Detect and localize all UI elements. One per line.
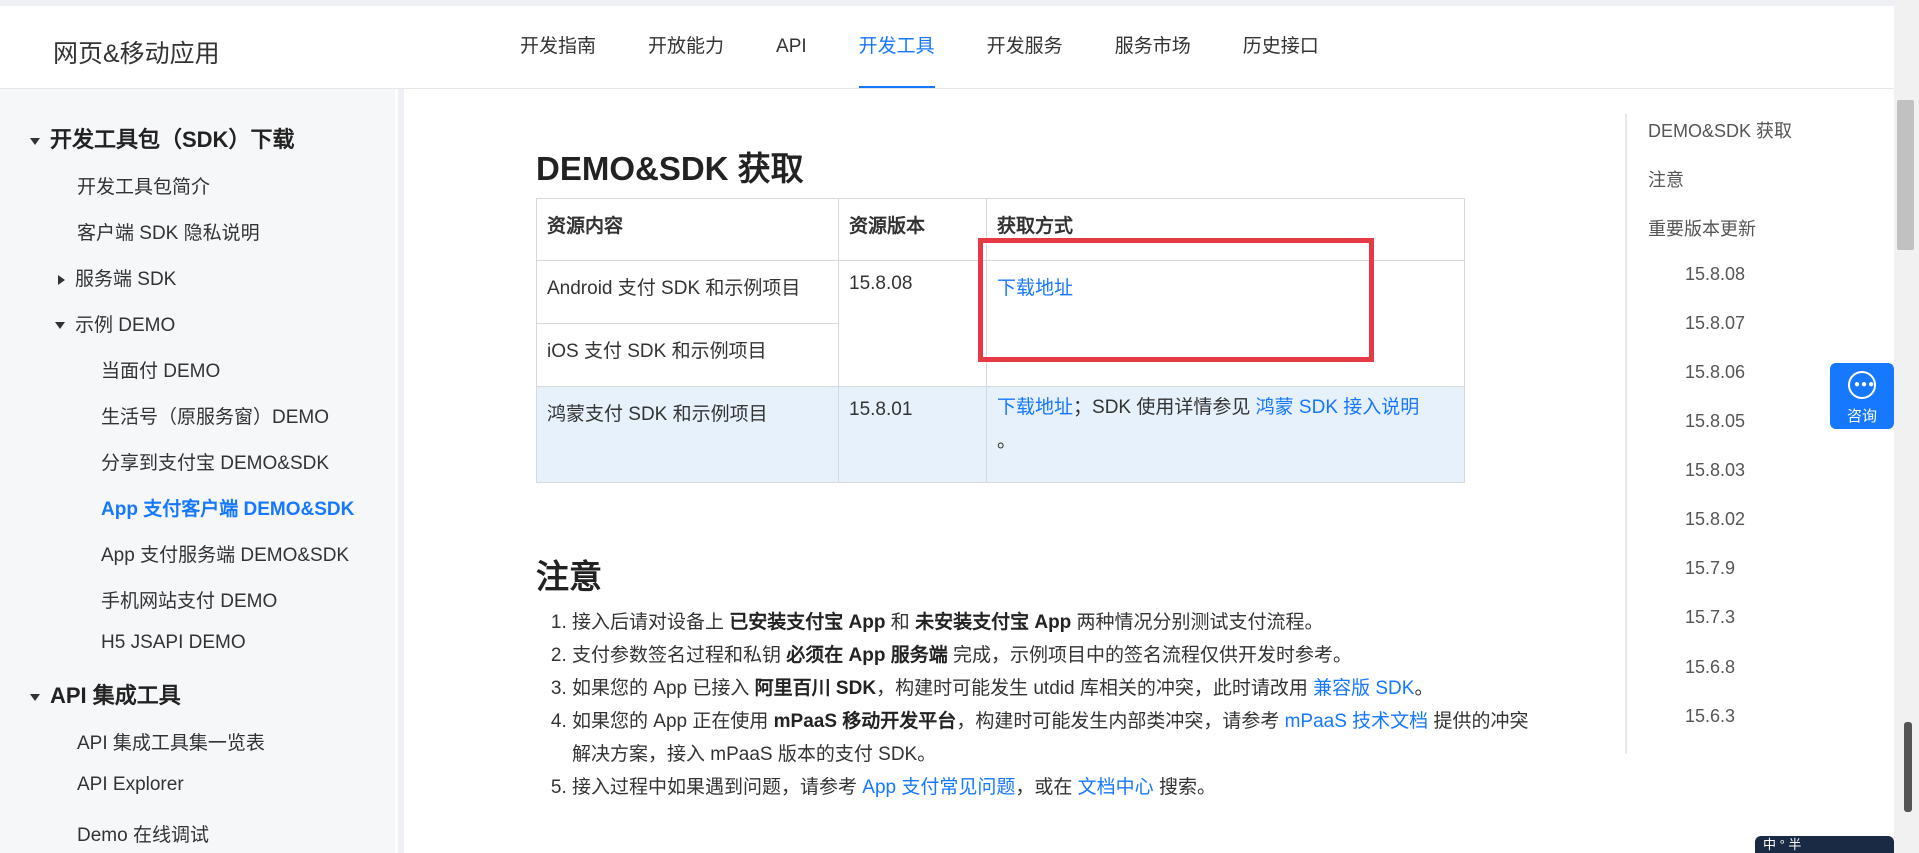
sidebar-group-sdk-download[interactable]: 开发工具包（SDK）下载 [30,122,294,154]
sidebar-item-demo-debug[interactable]: Demo 在线调试 [77,820,209,847]
toc-version-item[interactable]: 15.7.3 [1685,607,1735,628]
table-cell-access: 下载地址 [986,260,1465,387]
toc-divider [1625,114,1627,754]
download-link-android-ios[interactable]: 下载地址 [997,278,1073,299]
sidebar-item-server-sdk[interactable]: 服务端 SDK [58,264,176,291]
sidebar-item-wap-demo[interactable]: 手机网站支付 DEMO [101,586,277,613]
nav-history-api[interactable]: 历史接口 [1243,6,1319,88]
table-row: Android 支付 SDK 和示例项目 15.8.08 下载地址 [536,260,1465,387]
sidebar-item-f2f-demo[interactable]: 当面付 DEMO [101,356,220,383]
toc-item-demo-sdk[interactable]: DEMO&SDK 获取 [1648,117,1792,143]
table-cell-version: 15.8.08 [838,260,987,387]
top-nav: 开发指南 开放能力 API 开发工具 开发服务 服务市场 历史接口 [520,6,1371,88]
brand-title[interactable]: 网页&移动应用 [53,34,220,70]
nav-open-capability[interactable]: 开放能力 [648,6,724,88]
mpaas-docs-link[interactable]: mPaaS 技术文档 [1285,711,1429,732]
left-sidebar: 开发工具包（SDK）下载 开发工具包简介 客户端 SDK 隐私说明 服务端 SD… [0,89,395,853]
toc-version-item[interactable]: 15.8.07 [1685,313,1745,334]
top-header: 网页&移动应用 开发指南 开放能力 API 开发工具 开发服务 服务市场 历史接… [0,6,1894,89]
nav-dev-tools[interactable]: 开发工具 [858,6,935,88]
sidebar-item-sdk-intro[interactable]: 开发工具包简介 [77,172,210,199]
app-pay-faq-link[interactable]: App 支付常见问题 [862,777,1015,798]
page-scrollbar-thumb[interactable] [1897,100,1914,250]
list-item: 如果您的 App 正在使用 mPaaS 移动开发平台，构建时可能发生内部类冲突，… [572,705,1532,771]
list-item: 接入后请对设备上 已安装支付宝 App 和 未安装支付宝 App 两种情况分别测… [572,606,1532,639]
sidebar-item-app-client-demo[interactable]: App 支付客户端 DEMO&SDK [101,494,354,521]
table-cell-access: 下载地址；SDK 使用详情参见 鸿蒙 SDK 接入说明。 [986,386,1465,483]
list-item: 支付参数签名过程和私钥 必须在 App 服务端 完成，示例项目中的签名流程仅供开… [572,639,1532,672]
table-cell-content: Android 支付 SDK 和示例项目 [536,260,839,324]
sidebar-item-api-explorer[interactable]: API Explorer [77,774,184,796]
toc-version-item[interactable]: 15.8.05 [1685,411,1745,432]
doc-center-link[interactable]: 文档中心 [1078,777,1154,798]
sidebar-item-api-overview[interactable]: API 集成工具集一览表 [77,728,265,755]
consult-button[interactable]: ●●● 咨询 [1830,363,1894,429]
list-item: 如果您的 App 已接入 阿里百川 SDK，构建时可能发生 utdid 库相关的… [572,672,1532,705]
table-header-access: 获取方式 [986,198,1465,261]
toc-version-item[interactable]: 15.7.9 [1685,558,1735,579]
chevron-down-icon [30,693,40,701]
nav-api[interactable]: API [776,6,807,88]
access-text-end: 。 [997,431,1017,452]
sidebar-item-app-server-demo[interactable]: App 支付服务端 DEMO&SDK [101,540,349,567]
table-header-content: 资源内容 [536,198,839,261]
section-title-notes: 注意 [536,558,602,595]
notes-list: 接入后请对设备上 已安装支付宝 App 和 未安装支付宝 App 两种情况分别测… [536,606,1532,804]
sidebar-item-life-demo[interactable]: 生活号（原服务窗）DEMO [101,402,329,429]
toc-item-version-updates[interactable]: 重要版本更新 [1648,215,1756,241]
nav-service-market[interactable]: 服务市场 [1115,6,1191,88]
toc-item-notes[interactable]: 注意 [1648,166,1684,192]
ime-toolbar[interactable]: 中 ° 半 [1755,836,1894,853]
list-item: 接入过程中如果遇到问题，请参考 App 支付常见问题，或在 文档中心 搜索。 [572,771,1532,804]
toc-version-item[interactable]: 15.8.08 [1685,264,1745,285]
sidebar-item-privacy[interactable]: 客户端 SDK 隐私说明 [77,218,260,245]
sidebar-scrollbar[interactable] [398,89,404,853]
chevron-down-icon [55,322,65,330]
sidebar-item-demo[interactable]: 示例 DEMO [55,310,175,337]
toc-version-item[interactable]: 15.6.8 [1685,657,1735,678]
nav-dev-services[interactable]: 开发服务 [987,6,1063,88]
sidebar-group-api-tools[interactable]: API 集成工具 [30,678,181,710]
toc-version-item[interactable]: 15.8.03 [1685,460,1745,481]
table-header-version: 资源版本 [838,198,987,261]
toc-version-item[interactable]: 15.6.3 [1685,706,1735,727]
resource-table: 资源内容 资源版本 获取方式 Android 支付 SDK 和示例项目 15.8… [536,198,1465,483]
nav-dev-guide[interactable]: 开发指南 [520,6,596,88]
chat-dots-icon: ●●● [1854,379,1876,390]
compatible-sdk-link[interactable]: 兼容版 SDK [1313,678,1414,699]
consult-label: 咨询 [1846,408,1877,425]
scroll-indicator [1904,722,1912,812]
table-cell-version: 15.8.01 [838,386,987,483]
section-title-demo-sdk: DEMO&SDK 获取 [536,150,804,187]
chevron-right-icon [58,274,65,285]
download-link-harmony[interactable]: 下载地址 [997,397,1073,418]
table-cell-content: 鸿蒙支付 SDK 和示例项目 [536,386,839,483]
chevron-down-icon [30,137,40,145]
sidebar-item-h5-demo[interactable]: H5 JSAPI DEMO [101,632,246,654]
harmony-sdk-guide-link[interactable]: 鸿蒙 SDK 接入说明 [1256,397,1420,418]
table-row: 鸿蒙支付 SDK 和示例项目 15.8.01 下载地址；SDK 使用详情参见 鸿… [536,386,1465,483]
sidebar-item-share-demo[interactable]: 分享到支付宝 DEMO&SDK [101,448,329,475]
toc-version-item[interactable]: 15.8.06 [1685,362,1745,383]
table-cell-content: iOS 支付 SDK 和示例项目 [536,323,839,387]
toc-version-item[interactable]: 15.8.02 [1685,509,1745,530]
access-text: ；SDK 使用详情参见 [1073,397,1256,418]
